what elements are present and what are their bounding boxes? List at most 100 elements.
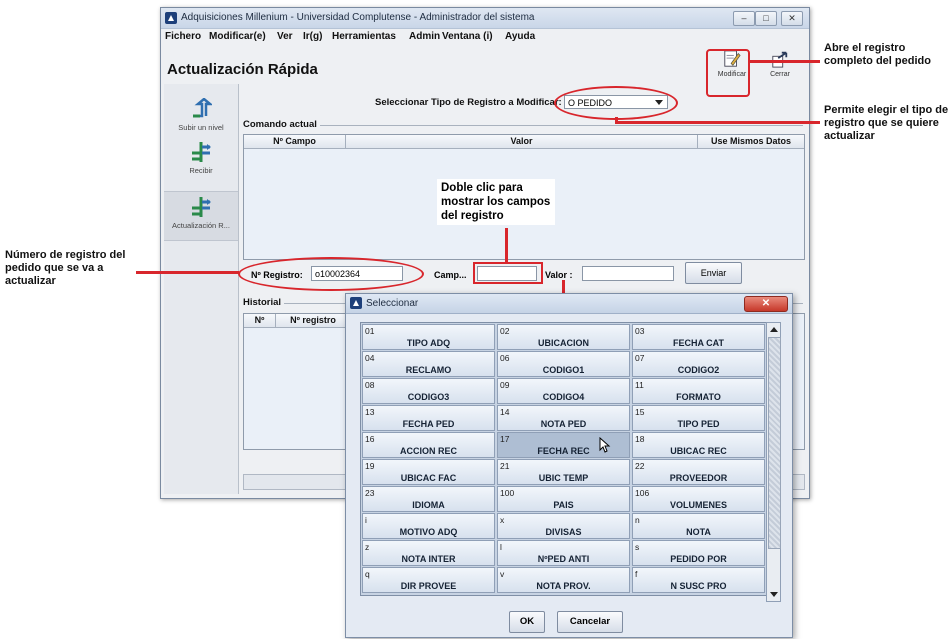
field-option[interactable]: 08 CODIGO3	[362, 378, 495, 404]
field-code: f	[635, 569, 638, 579]
field-option[interactable]: 02 UBICACION	[497, 324, 630, 350]
cancel-button[interactable]: Cancelar	[557, 611, 623, 633]
field-option[interactable]: 106 VOLUMENES	[632, 486, 765, 512]
menu-ver[interactable]: Ver	[277, 31, 293, 42]
field-option[interactable]: 06 CODIGO1	[497, 351, 630, 377]
close-door-icon	[772, 51, 788, 68]
field-option[interactable]: 09 CODIGO4	[497, 378, 630, 404]
cerrar-button[interactable]: Cerrar	[760, 47, 800, 93]
enviar-button[interactable]: Enviar	[685, 262, 742, 284]
field-option[interactable]: q DIR PROVEE	[362, 567, 495, 593]
hint-callout: Doble clic para mostrar los campos del r…	[437, 179, 555, 225]
historial-label: Historial	[243, 297, 285, 308]
field-option[interactable]: 21 UBIC TEMP	[497, 459, 630, 485]
column-header[interactable]: Nº	[244, 314, 276, 328]
modificar-callout: Abre el registro completo del pedido	[824, 42, 931, 67]
column-header[interactable]: Nº Campo	[244, 135, 346, 149]
field-code: 09	[500, 380, 510, 390]
field-option[interactable]: s PEDIDO POR	[632, 540, 765, 566]
close-icon[interactable]: ✕	[744, 296, 788, 312]
field-option[interactable]: 01 TIPO ADQ	[362, 324, 495, 350]
field-option[interactable]: v NOTA PROV.	[497, 567, 630, 593]
field-name: FORMATO	[676, 392, 721, 402]
field-option[interactable]: 100 PAIS	[497, 486, 630, 512]
field-option[interactable]: 07 CODIGO2	[632, 351, 765, 377]
menu-modificar[interactable]: Modificar(e)	[209, 31, 266, 42]
minimize-button[interactable]: –	[733, 11, 755, 26]
field-name: NOTA PED	[540, 419, 587, 429]
field-option[interactable]: 19 UBICAC FAC	[362, 459, 495, 485]
menu-fichero[interactable]: Fichero	[165, 31, 201, 42]
field-option[interactable]: 15 TIPO PED	[632, 405, 765, 431]
modificar-highlight	[706, 49, 750, 97]
menu-ayuda[interactable]: Ayuda	[505, 31, 535, 42]
up-level-icon	[193, 98, 212, 118]
sidebar-item-recibir[interactable]: Recibir	[164, 141, 238, 175]
valor-input[interactable]	[582, 266, 674, 281]
annotation-line	[748, 60, 820, 63]
field-option[interactable]: l NºPED ANTI	[497, 540, 630, 566]
field-name: NOTA	[686, 527, 711, 537]
vertical-scrollbar[interactable]	[766, 322, 781, 602]
registro-highlight	[238, 257, 424, 291]
field-name: UBICACION	[538, 338, 589, 348]
field-name: PAIS	[553, 500, 574, 510]
field-option[interactable]: 22 PROVEEDOR	[632, 459, 765, 485]
column-header[interactable]: Valor	[346, 135, 698, 149]
field-name: CODIGO1	[542, 365, 585, 375]
annotation-line	[136, 271, 239, 274]
sidebar-item-subir-nivel[interactable]: Subir un nivel	[164, 98, 238, 132]
field-code: 21	[500, 461, 510, 471]
field-name: UBICAC REC	[670, 446, 727, 456]
field-option[interactable]: 04 RECLAMO	[362, 351, 495, 377]
maximize-button[interactable]: □	[755, 11, 777, 26]
field-code: 06	[500, 353, 510, 363]
field-code: 07	[635, 353, 645, 363]
field-name: MOTIVO ADQ	[399, 527, 458, 537]
registro-callout: Número de registro del pedido que se va …	[5, 249, 126, 287]
field-code: q	[365, 569, 370, 579]
dialog-title-bar: Seleccionar ✕	[346, 294, 792, 314]
column-header[interactable]: Nº registro	[276, 314, 351, 328]
menu-ventana[interactable]: Ventana (i)	[442, 31, 493, 42]
field-option[interactable]: x DIVISAS	[497, 513, 630, 539]
valor-label: Valor :	[545, 270, 573, 280]
ok-button[interactable]: OK	[509, 611, 545, 633]
menu-herramientas[interactable]: Herramientas	[332, 31, 396, 42]
field-code: 23	[365, 488, 375, 498]
field-code: l	[500, 542, 502, 552]
field-option[interactable]: z NOTA INTER	[362, 540, 495, 566]
menu-admin[interactable]: Admin	[409, 31, 440, 42]
column-header[interactable]: Use Mismos Datos	[698, 135, 804, 149]
field-code: 02	[500, 326, 510, 336]
annotation-line	[615, 121, 820, 124]
field-code: 16	[365, 434, 375, 444]
field-name: TIPO PED	[677, 419, 720, 429]
field-option[interactable]: 14 NOTA PED	[497, 405, 630, 431]
scroll-up-icon[interactable]	[770, 327, 778, 332]
field-option[interactable]: 13 FECHA PED	[362, 405, 495, 431]
title-bar: Adquisiciones Millenium - Universidad Co…	[161, 8, 809, 29]
field-option[interactable]: i MOTIVO ADQ	[362, 513, 495, 539]
sidebar-item-actualizacion[interactable]: Actualización R...	[164, 191, 238, 241]
field-option[interactable]: 18 UBICAC REC	[632, 432, 765, 458]
field-option[interactable]: 16 ACCION REC	[362, 432, 495, 458]
select-field-dialog: Seleccionar ✕ 01 TIPO ADQ 02 UBICACION 03 FEC…	[345, 293, 793, 638]
campo-highlight	[473, 262, 543, 284]
close-button[interactable]: ✕	[781, 11, 803, 26]
field-code: v	[500, 569, 505, 579]
field-name: CODIGO4	[542, 392, 585, 402]
field-option[interactable]: 03 FECHA CAT	[632, 324, 765, 350]
field-option[interactable]: n NOTA	[632, 513, 765, 539]
group-divider	[243, 125, 803, 126]
scroll-thumb[interactable]	[768, 337, 781, 549]
menu-ir[interactable]: Ir(g)	[303, 31, 322, 42]
field-name: CODIGO2	[677, 365, 720, 375]
field-name: UBIC TEMP	[538, 473, 589, 483]
field-option[interactable]: f N SUSC PRO	[632, 567, 765, 593]
scroll-down-icon[interactable]	[770, 592, 778, 597]
field-code: 19	[365, 461, 375, 471]
field-option[interactable]: 11 FORMATO	[632, 378, 765, 404]
field-code: 04	[365, 353, 375, 363]
field-option[interactable]: 23 IDIOMA	[362, 486, 495, 512]
